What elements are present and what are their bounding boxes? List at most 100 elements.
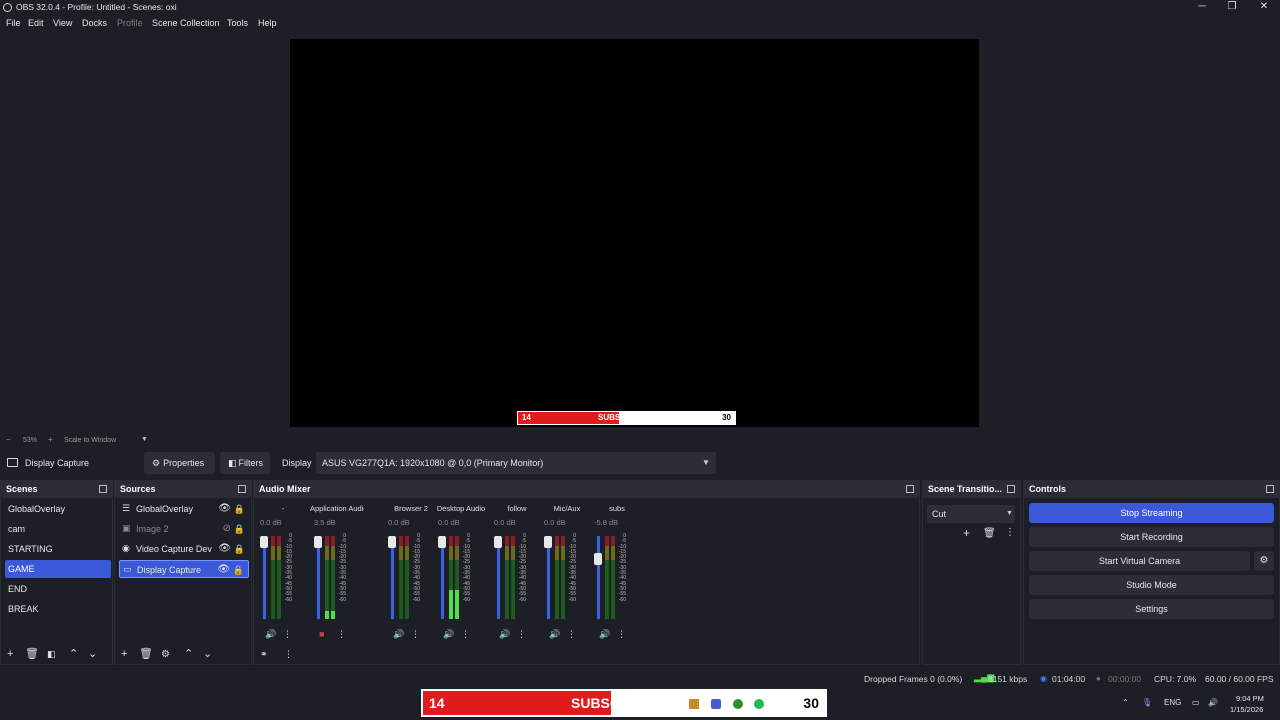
chevron-up-icon[interactable]: ⌃ [184,647,193,660]
volume-fader[interactable] [317,536,320,619]
eye-hidden-icon[interactable]: ⊘ [223,520,231,538]
fader-handle[interactable] [544,536,552,548]
float-icon[interactable] [238,485,246,493]
more-icon[interactable]: ⋮ [337,629,346,640]
menu-help[interactable]: Help [258,18,277,28]
virtual-camera-settings-gear-icon[interactable]: ⚙ [1254,551,1274,571]
start-virtual-camera-button[interactable]: Start Virtual Camera [1029,551,1250,571]
unlock-icon[interactable]: 🔒 [234,540,245,558]
scene-item[interactable]: STARTING [5,540,111,558]
more-icon[interactable]: ⋮ [283,629,292,640]
menu-tools[interactable]: Tools [227,18,248,28]
scale-dropdown-icon[interactable]: ▼ [141,436,148,443]
start-recording-button[interactable]: Start Recording [1029,527,1274,547]
scene-item[interactable]: BREAK [5,600,111,618]
stop-streaming-button[interactable]: Stop Streaming [1029,503,1274,523]
add-icon[interactable]: + [963,526,970,540]
more-icon[interactable]: ⋮ [517,629,526,640]
volume-fader[interactable] [441,536,444,619]
volume-fader[interactable] [263,536,266,619]
menu-view[interactable]: View [53,18,72,28]
network-icon[interactable]: ▭ [1192,698,1200,707]
volume-fader[interactable] [391,536,394,619]
source-item[interactable]: ◉ Video Capture Dev 👁 🔒 [119,540,249,558]
chevron-down-icon[interactable]: ▼ [1006,510,1013,517]
zoom-in-button[interactable]: + [48,435,53,444]
float-icon[interactable] [1266,485,1274,493]
volume-icon[interactable]: 🔊 [1208,698,1218,707]
muted-icon[interactable]: ■ [319,629,324,639]
filters-button[interactable]: ◧ Filters [220,452,270,474]
zoom-out-button[interactable]: − [6,435,11,444]
preview-canvas[interactable] [290,39,979,427]
eye-icon[interactable]: 👁 [217,561,230,579]
app-icon[interactable] [711,699,721,709]
properties-button[interactable]: ⚙ Properties [144,452,215,474]
maximize-button[interactable]: ❐ [1216,0,1248,14]
volume-fader[interactable] [497,536,500,619]
scene-item[interactable]: END [5,580,111,598]
menu-edit[interactable]: Edit [28,18,44,28]
lock-icon[interactable]: 🔒 [234,520,245,538]
more-icon[interactable]: ⋮ [411,629,420,640]
add-icon[interactable]: + [7,648,13,660]
scene-item[interactable]: cam [5,520,111,538]
transition-select[interactable]: Cut [927,505,1015,523]
speaker-icon[interactable]: 🔊 [549,629,560,640]
fader-handle[interactable] [388,536,396,548]
trash-icon[interactable]: 🗑 [25,647,39,660]
volume-fader[interactable] [597,536,600,619]
lock-icon[interactable]: 🔒 [234,500,245,518]
more-icon[interactable]: ⋮ [617,629,626,640]
minimize-button[interactable]: ─ [1186,0,1218,14]
more-icon[interactable]: ⋮ [461,629,470,640]
chevron-down-icon[interactable]: ▼ [702,458,710,467]
menu-scene-collection[interactable]: Scene Collection [152,18,220,28]
close-button[interactable]: ✕ [1248,0,1280,14]
source-item[interactable]: ▣ Image 2 ⊘ 🔒 [119,520,249,538]
studio-mode-button[interactable]: Studio Mode [1029,575,1274,595]
fader-handle[interactable] [314,536,322,548]
xbox-icon[interactable] [733,699,743,709]
chevron-up-icon[interactable]: ⌃ [1122,698,1129,707]
source-item[interactable]: ☰ GlobalOverlay 👁 🔒 [119,500,249,518]
eye-icon[interactable]: 👁 [218,500,231,518]
language-indicator[interactable]: ENG [1164,698,1181,707]
speaker-icon[interactable]: 🔊 [393,629,404,640]
chevron-up-icon[interactable]: ⌃ [69,647,78,660]
float-icon[interactable] [906,485,914,493]
float-icon[interactable] [1007,485,1015,493]
speaker-icon[interactable]: 🔊 [443,629,454,640]
link-icon[interactable]: ⚭ [260,649,268,660]
speaker-icon[interactable]: 🔊 [599,629,610,640]
more-icon[interactable]: ⋮ [567,629,576,640]
scene-item[interactable]: GlobalOverlay [5,500,111,518]
app-icon[interactable] [689,699,699,709]
chevron-down-icon[interactable]: ⌄ [203,647,212,660]
add-icon[interactable]: + [121,648,127,660]
more-icon[interactable]: ⋮ [284,649,293,660]
menu-file[interactable]: File [6,18,21,28]
clock-date[interactable]: 1/15/2026 [1230,705,1263,714]
volume-fader[interactable] [547,536,550,619]
trash-icon[interactable]: 🗑 [139,647,153,660]
lock-icon[interactable]: 🔒 [233,561,244,579]
menu-profile[interactable]: Profile [117,18,143,28]
float-icon[interactable] [99,485,107,493]
menu-docks[interactable]: Docks [82,18,107,28]
chevron-down-icon[interactable]: ⌄ [88,647,97,660]
eye-icon[interactable]: 👁 [218,540,231,558]
scene-item-active[interactable]: GAME [5,560,111,578]
source-item-active[interactable]: ▭ Display Capture 👁 🔒 [119,560,249,578]
speaker-icon[interactable]: 🔊 [265,629,276,640]
scale-mode[interactable]: Scale to Window [64,437,116,444]
microphone-icon[interactable]: 🎙 [1142,698,1152,707]
speaker-icon[interactable]: 🔊 [499,629,510,640]
fader-handle[interactable] [594,552,602,565]
display-select[interactable]: ASUS VG277Q1A: 1920x1080 @ 0,0 (Primary … [316,452,716,474]
clock-time[interactable]: 9:04 PM [1236,694,1264,703]
settings-button[interactable]: Settings [1029,599,1274,619]
more-icon[interactable]: ⋮ [1005,527,1015,538]
fader-handle[interactable] [494,536,502,548]
fader-handle[interactable] [438,536,446,548]
